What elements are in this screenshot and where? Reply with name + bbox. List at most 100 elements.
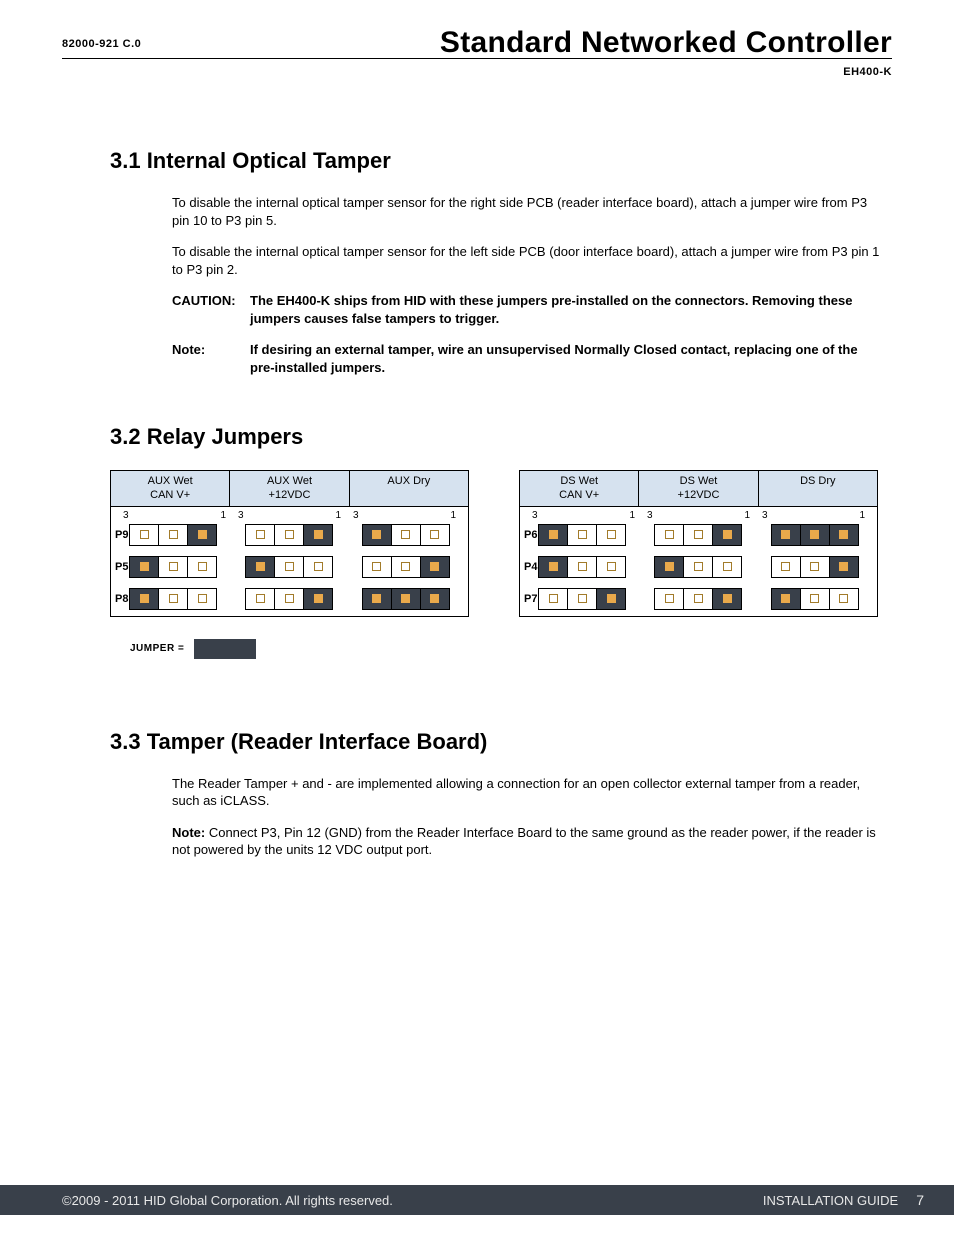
jumper-row: P6	[524, 524, 873, 546]
pin	[363, 525, 392, 545]
pin	[713, 557, 741, 577]
jumper-row: P5	[115, 556, 464, 578]
pin	[597, 589, 625, 609]
pin-strip	[538, 556, 626, 578]
pin	[830, 589, 858, 609]
section-3-3-p1: The Reader Tamper + and - are implemente…	[110, 775, 884, 810]
doc-title: Standard Networked Controller	[440, 26, 892, 60]
pin	[130, 557, 159, 577]
pin-strip	[129, 556, 217, 578]
pin-strip	[129, 524, 217, 546]
jumper-legend-label: JUMPER =	[130, 643, 184, 654]
jumper-col-header: DS Dry	[759, 471, 877, 505]
pin-strip	[362, 524, 450, 546]
section-3-3-heading: 3.3 Tamper (Reader Interface Board)	[110, 729, 884, 755]
pin	[772, 557, 801, 577]
pin	[539, 525, 568, 545]
pin-strip	[771, 588, 859, 610]
pin	[568, 589, 597, 609]
pin-strip	[245, 556, 333, 578]
pin	[655, 525, 684, 545]
jumper-col-header: DS WetCAN V+	[520, 471, 639, 505]
pin-strip	[654, 556, 742, 578]
pin	[188, 557, 216, 577]
pin-strip	[654, 524, 742, 546]
pin	[304, 557, 332, 577]
footer-page-number: 7	[916, 1192, 924, 1208]
pin	[159, 525, 188, 545]
pin	[188, 525, 216, 545]
header-rule	[62, 58, 892, 59]
pin	[421, 525, 449, 545]
page-footer: ©2009 - 2011 HID Global Corporation. All…	[0, 1185, 954, 1215]
pin	[801, 589, 830, 609]
pin	[188, 589, 216, 609]
pin	[421, 589, 449, 609]
row-label: P5	[115, 561, 128, 573]
pin-strip	[245, 524, 333, 546]
section-3-1-p2: To disable the internal optical tamper s…	[110, 243, 884, 278]
jumper-block-right: DS WetCAN V+DS Wet+12VDCDS Dry 313131P6P…	[519, 470, 878, 616]
caution-label: CAUTION:	[172, 292, 250, 327]
pin	[304, 589, 332, 609]
pin	[713, 525, 741, 545]
row-label: P9	[115, 529, 128, 541]
note-label: Note:	[172, 341, 250, 376]
pin-strip	[538, 588, 626, 610]
pin	[772, 525, 801, 545]
pin	[246, 589, 275, 609]
pin	[363, 557, 392, 577]
jumper-row: P8	[115, 588, 464, 610]
section-3-1-p1: To disable the internal optical tamper s…	[110, 194, 884, 229]
pin	[801, 557, 830, 577]
pin-strip	[654, 588, 742, 610]
pin-strip	[538, 524, 626, 546]
pin	[392, 589, 421, 609]
footer-guide: INSTALLATION GUIDE	[763, 1193, 898, 1208]
pin	[830, 525, 858, 545]
pin	[539, 557, 568, 577]
pin	[159, 589, 188, 609]
row-label: P8	[115, 593, 128, 605]
jumper-legend-swatch	[194, 639, 256, 659]
pin	[597, 557, 625, 577]
jumper-row: P7	[524, 588, 873, 610]
pin	[568, 557, 597, 577]
pin-strip	[362, 588, 450, 610]
section-3-2-heading: 3.2 Relay Jumpers	[110, 424, 884, 450]
pin-strip	[362, 556, 450, 578]
pin	[246, 525, 275, 545]
jumper-row: P9	[115, 524, 464, 546]
pin	[713, 589, 741, 609]
pin	[801, 525, 830, 545]
pin	[275, 525, 304, 545]
jumper-legend: JUMPER =	[110, 639, 884, 659]
pin	[655, 589, 684, 609]
row-label: P6	[524, 529, 537, 541]
jumper-row: P4	[524, 556, 873, 578]
jumper-block-left: AUX WetCAN V+AUX Wet+12VDCAUX Dry 313131…	[110, 470, 469, 616]
pin	[130, 525, 159, 545]
model-number: EH400-K	[843, 66, 892, 78]
row-label: P7	[524, 593, 537, 605]
jumper-col-header: AUX WetCAN V+	[111, 471, 230, 505]
pin-strip	[245, 588, 333, 610]
jumper-col-header: AUX Dry	[350, 471, 468, 505]
pin	[684, 589, 713, 609]
jumper-col-header: DS Wet+12VDC	[639, 471, 758, 505]
pin	[159, 557, 188, 577]
pin	[655, 557, 684, 577]
pin	[772, 589, 801, 609]
pin-strip	[771, 524, 859, 546]
pin	[392, 557, 421, 577]
pin	[304, 525, 332, 545]
doc-number: 82000-921 C.0	[62, 38, 141, 50]
footer-copyright: ©2009 - 2011 HID Global Corporation. All…	[62, 1193, 393, 1208]
pin	[684, 525, 713, 545]
pin	[568, 525, 597, 545]
pin	[597, 525, 625, 545]
pin	[539, 589, 568, 609]
pin	[246, 557, 275, 577]
pin	[830, 557, 858, 577]
pin	[684, 557, 713, 577]
